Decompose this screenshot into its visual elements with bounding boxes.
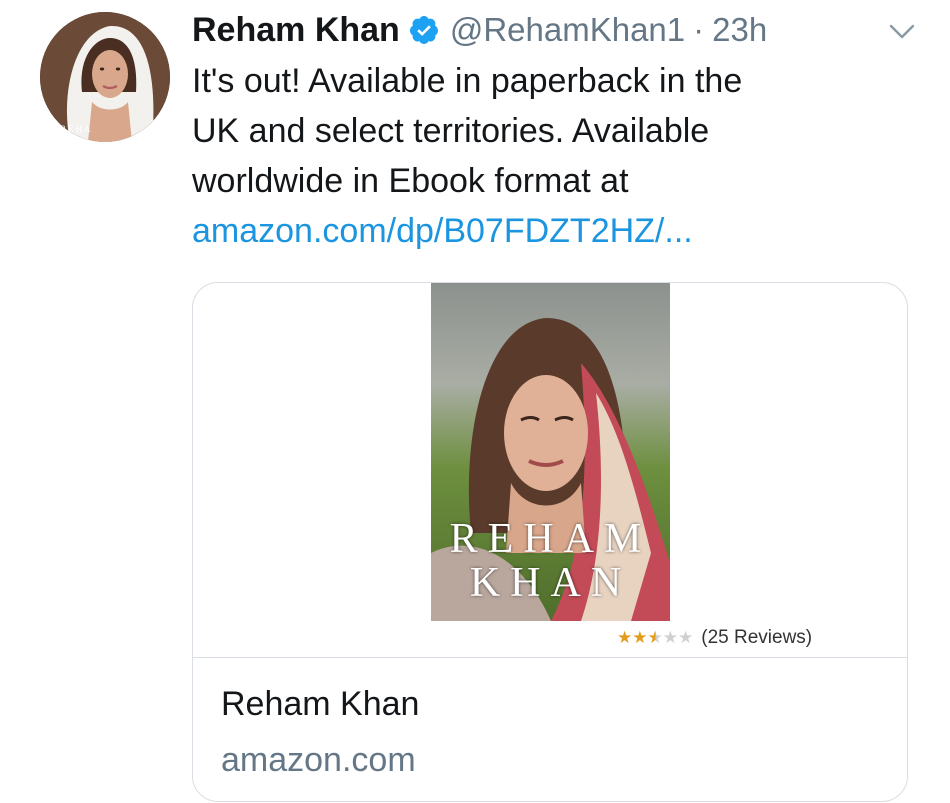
star-icon: ★ — [662, 628, 678, 647]
tweet-text-line: It's out! Available in paperback in the — [192, 62, 743, 100]
stars: ★ ★ ★ ★ ★ — [617, 628, 693, 648]
avatar[interactable]: REHA — [40, 12, 170, 142]
tweet-text-line: worldwide in Ebook format at — [192, 162, 629, 200]
card-domain[interactable]: amazon.com — [221, 740, 879, 780]
link-preview-card[interactable]: REHAM KHAN ★ ★ ★ ★ ★ (25 Reviews) Reham Khan… — [192, 282, 908, 802]
book-title-first: REHAM — [449, 516, 652, 562]
avatar-image: REHA — [40, 12, 170, 142]
book-cover-image: REHAM KHAN — [431, 283, 670, 621]
card-media[interactable]: REHAM KHAN ★ ★ ★ ★ ★ (25 Reviews) — [193, 283, 907, 658]
review-count: (25 Reviews) — [701, 627, 813, 648]
tweet-timestamp[interactable]: 23h — [712, 11, 767, 49]
card-title[interactable]: Reham Khan — [221, 684, 879, 724]
tweet-text: It's out! Available in paperback in the … — [192, 56, 892, 256]
star-icon: ★ — [617, 628, 633, 647]
card-info[interactable]: Reham Khan amazon.com — [193, 658, 907, 780]
star-icon: ★ — [632, 628, 648, 647]
tweet-text-line: UK and select territories. Available — [192, 112, 710, 150]
tweet-link[interactable]: amazon.com/dp/B07FDZT2HZ/... — [192, 206, 892, 256]
display-name[interactable]: Reham Khan — [192, 11, 400, 50]
user-handle[interactable]: @RehamKhan1 — [450, 11, 685, 49]
star-icon: ★ — [678, 628, 694, 647]
chevron-down-icon[interactable] — [888, 22, 916, 42]
tweet[interactable]: REHA Reham Khan @RehamKhan1 · 23h It's o… — [0, 0, 950, 803]
star-rating: ★ ★ ★ ★ ★ (25 Reviews) — [617, 627, 812, 649]
avatar-watermark: REHA — [60, 124, 93, 134]
star-icon: ★ — [647, 628, 663, 647]
separator-dot: · — [693, 11, 705, 48]
book-title-last: KHAN — [469, 560, 632, 606]
tweet-header: Reham Khan @RehamKhan1 · 23h — [192, 10, 767, 50]
verified-badge-icon — [408, 14, 440, 46]
